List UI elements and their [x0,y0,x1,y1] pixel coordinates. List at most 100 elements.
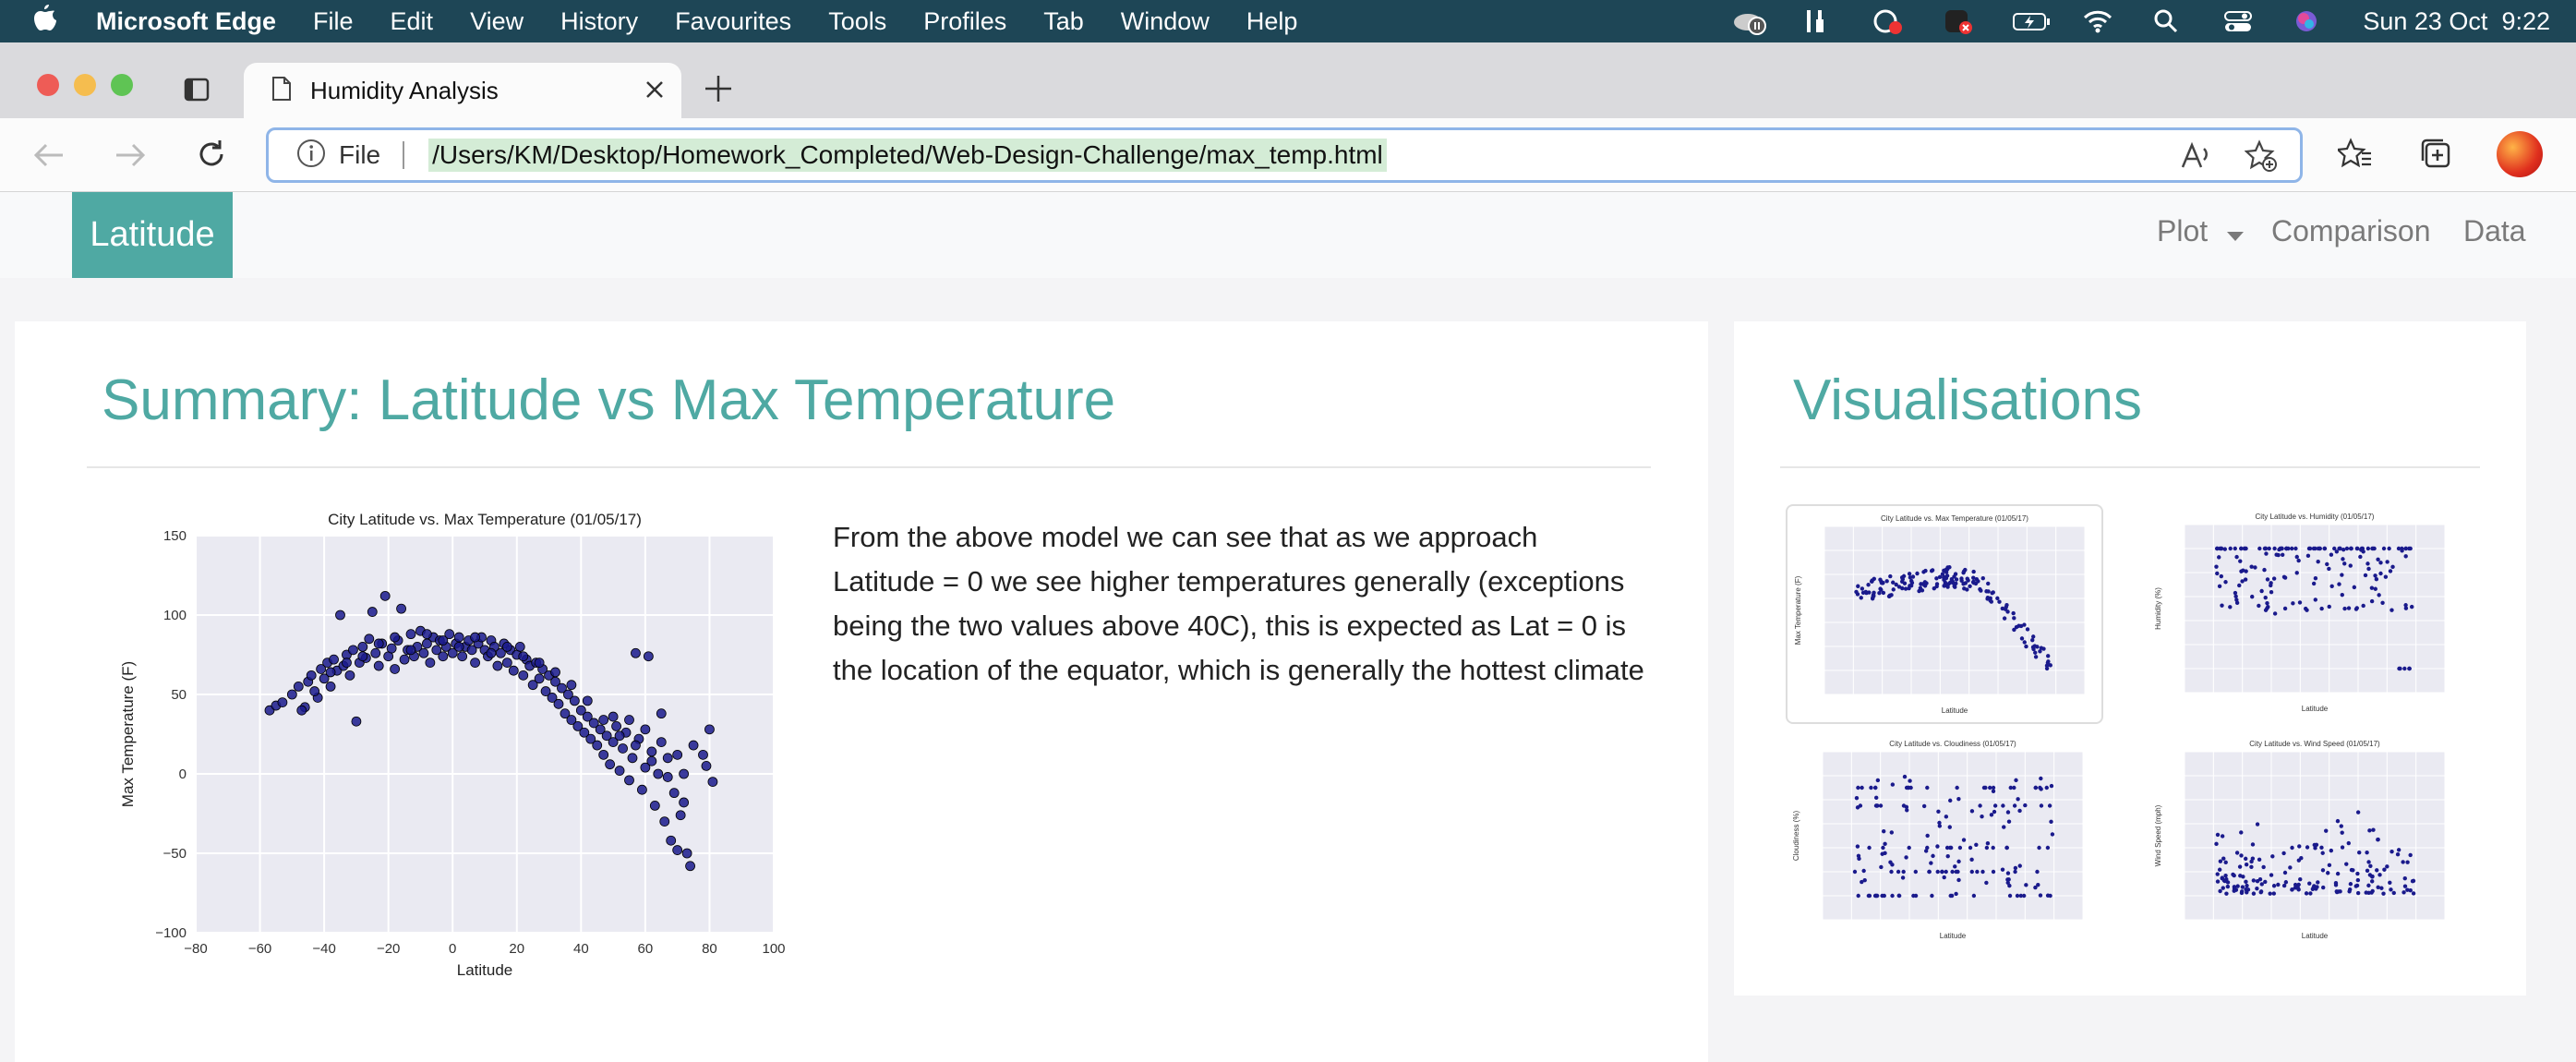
nav-comparison-link[interactable]: Comparison [2271,214,2431,248]
profile-avatar[interactable] [2497,131,2543,177]
data-point [367,607,378,617]
menu-edit[interactable]: Edit [391,7,434,36]
spotlight-search-icon[interactable] [2152,7,2185,35]
thumb-data-point [2281,883,2287,888]
wifi-icon[interactable] [2082,7,2115,35]
tab-humidity-analysis[interactable]: Humidity Analysis [244,63,681,118]
x-tick-label: 40 [573,941,589,957]
thumb-data-point [2214,546,2220,551]
nav-data-link[interactable]: Data [2463,214,2526,248]
thumb-data-point [2281,574,2287,579]
menu-window[interactable]: Window [1121,7,1210,36]
chart-title: City Latitude vs. Max Temperature (01/05… [328,511,642,528]
thumb-data-point [1908,778,1912,783]
thumb-data-point [2355,810,2361,815]
siri-icon[interactable] [2293,7,2326,35]
blocked-app-icon[interactable] [1942,7,1975,35]
collections-icon[interactable] [2419,137,2454,176]
thumb-data-point [1887,594,1892,598]
thumb-data-point [2240,885,2245,889]
thumb-x-label: Latitude [2302,705,2329,713]
menu-favourites[interactable]: Favourites [675,7,791,36]
thumb-data-point [2047,803,2052,808]
thumb-data-point [2390,564,2395,570]
favourites-icon[interactable] [2335,137,2373,176]
new-tab-button[interactable] [704,74,733,108]
back-icon[interactable] [33,140,65,175]
info-icon[interactable] [296,139,326,173]
data-point [643,651,654,662]
screen-record-icon[interactable] [1872,7,1905,35]
menu-view[interactable]: View [470,7,524,36]
menu-help[interactable]: Help [1246,7,1298,36]
address-bar[interactable]: File /Users/KM/Desktop/Homework_Complete… [266,127,2303,183]
add-favourite-icon[interactable] [2244,139,2278,177]
thumb-data-point [2263,879,2268,885]
data-point [351,716,362,727]
thumb-data-point [2319,845,2324,851]
thumb-data-point [2223,873,2228,878]
thumb-data-point [2361,549,2365,554]
thumb-data-point [1889,869,1894,875]
thumb-data-point [2220,603,2224,608]
clock[interactable]: Sun 23 Oct 9:22 [2363,7,2550,36]
thumb-data-point [2288,865,2293,870]
battery-icon[interactable] [2012,7,2051,35]
thumb-data-point [1942,875,1946,880]
thumb-data-point [2017,863,2022,868]
url-text[interactable]: /Users/KM/Desktop/Homework_Completed/Web… [428,139,1387,172]
thumb-data-point [1890,893,1895,899]
thumb-data-point [2214,564,2219,569]
apple-icon[interactable] [33,4,74,39]
thumb-data-point [2282,606,2288,611]
thumb-max-temp[interactable]: City Latitude vs. Max Temperature (01/05… [1786,504,2103,724]
thumb-wind-speed[interactable]: City Latitude vs. Wind Speed (01/05/17) L… [2148,731,2465,951]
thumb-data-point [2232,885,2237,889]
thumb-data-point [2388,880,2392,886]
thumb-cloudiness[interactable]: City Latitude vs. Cloudiness (01/05/17) L… [1786,731,2103,951]
maximize-window-button[interactable] [111,74,133,96]
thumb-data-point [2024,883,2028,887]
cloud-sync-icon[interactable] [1731,7,1767,35]
data-point [357,651,368,662]
read-aloud-icon[interactable] [2180,141,2211,175]
thumb-data-point [1860,586,1865,591]
thumb-data-point [2313,597,2317,602]
app-name-menu[interactable]: Microsoft Edge [96,7,276,36]
control-center-icon[interactable] [2222,7,2256,35]
brand-link[interactable]: Latitude [72,192,233,278]
minimize-window-button[interactable] [74,74,96,96]
data-point [364,634,375,645]
thumb-data-point [2282,870,2288,875]
thumb-data-point [2033,655,2039,659]
nav-plot-dropdown[interactable]: Plot [2157,214,2245,250]
thumb-data-point [2389,887,2393,892]
reload-icon[interactable] [196,139,227,175]
thumb-data-point [2239,546,2244,551]
data-point [370,647,381,658]
thumb-humidity[interactable]: City Latitude vs. Humidity (01/05/17) Lat… [2148,504,2465,724]
tab-actions-icon[interactable] [183,76,211,108]
thumb-data-point [1954,891,1958,897]
thumb-data-point [1872,785,1878,790]
thumb-data-point [2249,564,2254,569]
forward-icon[interactable] [114,140,146,175]
thumb-data-point [2401,860,2405,864]
menu-history[interactable]: History [560,7,638,36]
thumb-data-point [2405,860,2410,864]
close-tab-icon[interactable] [644,79,665,104]
menu-file[interactable]: File [313,7,354,36]
thumb-data-point [2038,785,2042,790]
thumb-data-point [1944,869,1948,875]
thumb-data-point [1932,585,1936,591]
thumb-data-point [2303,606,2308,611]
close-window-button[interactable] [37,74,59,96]
thumb-data-point [1884,579,1889,584]
thumb-data-point [1918,585,1923,591]
menu-tools[interactable]: Tools [828,7,886,36]
menu-tab[interactable]: Tab [1043,7,1084,36]
menu-profiles[interactable]: Profiles [923,7,1006,36]
thumb-data-point [2265,600,2269,606]
thumb-data-point [2283,880,2289,885]
tools-icon[interactable] [1801,7,1835,35]
